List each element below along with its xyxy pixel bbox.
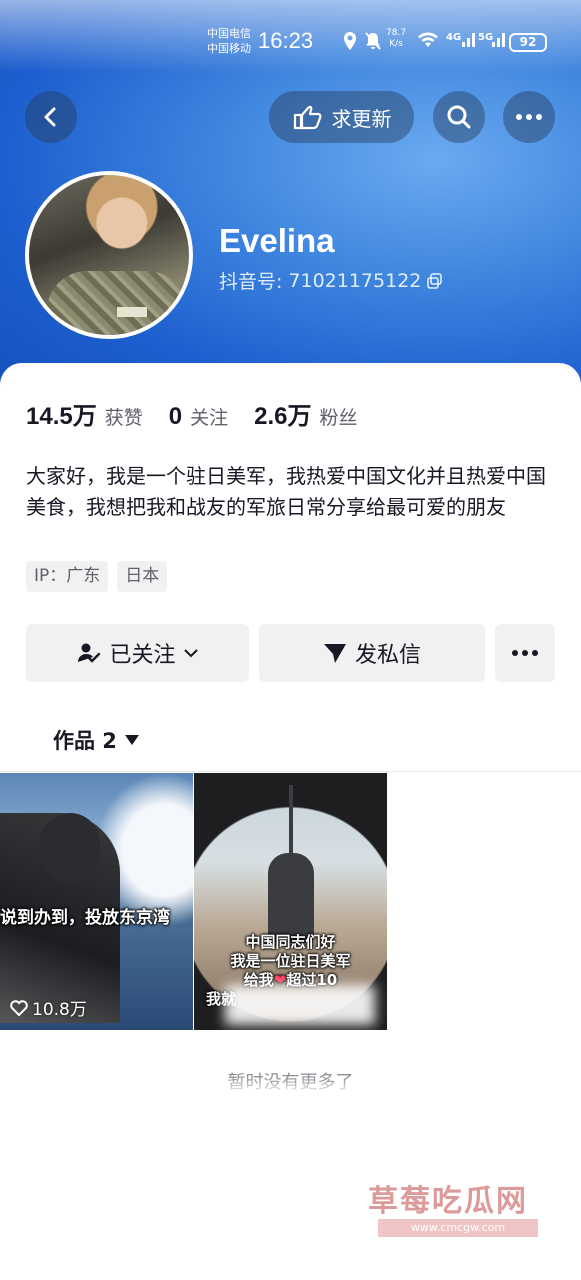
location-icon — [344, 32, 356, 50]
pointing-hand-icon — [293, 105, 321, 130]
carrier-info: 中国电信 中国移动 — [207, 26, 251, 56]
profile-stats: 14.5万 获赞 0 关注 2.6万 粉丝 — [26, 396, 384, 431]
heart-icon — [10, 999, 28, 1016]
tabs-divider — [0, 771, 581, 772]
user-check-icon — [78, 643, 101, 663]
signal-icon-1 — [462, 33, 475, 47]
likes-count[interactable]: 14.5万 — [26, 396, 97, 431]
network-5g: 5G — [478, 32, 494, 43]
following-label-text: 已关注 — [109, 643, 176, 668]
more-dots-icon — [512, 650, 538, 656]
video-caption: 说到办到，投放东京湾 — [0, 908, 170, 928]
carrier-2: 中国移动 — [207, 42, 251, 55]
request-update-button[interactable]: 求更新 — [269, 91, 414, 143]
send-plane-icon — [323, 644, 346, 663]
chevron-left-icon — [44, 107, 56, 127]
wifi-icon — [418, 32, 438, 47]
copy-icon[interactable] — [427, 272, 443, 289]
video-thumbnail-1[interactable]: 说到办到，投放东京湾 10.8万 — [0, 773, 193, 1030]
more-dots-icon — [516, 114, 542, 120]
ip-location-tag: IP：广东 — [26, 561, 109, 592]
following-count[interactable]: 0 — [169, 403, 182, 431]
profile-name: Evelina — [219, 222, 335, 259]
following-label: 关注 — [190, 407, 229, 429]
followers-count[interactable]: 2.6万 — [254, 396, 311, 431]
following-button[interactable]: 已关注 — [26, 624, 249, 682]
speed-value: 78.7 — [386, 28, 407, 38]
avatar-name-tape — [117, 307, 147, 317]
thumbnail-image-helmet — [40, 813, 100, 883]
avatar-uniform — [47, 271, 187, 335]
caret-down-icon — [124, 735, 139, 745]
send-message-button[interactable]: 发私信 — [259, 624, 485, 682]
caption-line-2: 我是一位驻日美军 — [230, 952, 351, 970]
video-likes-count: 10.8万 — [32, 1000, 87, 1020]
more-actions-button[interactable] — [495, 624, 555, 682]
country-tag: 日本 — [117, 561, 168, 592]
video-likes: 10.8万 — [10, 995, 87, 1020]
avatar[interactable] — [25, 171, 193, 339]
thumbnail-image-jet — [268, 853, 314, 943]
followers-label: 粉丝 — [319, 407, 358, 429]
douyin-id-value: 71021175122 — [288, 269, 422, 292]
carrier-1: 中国电信 — [207, 27, 251, 40]
battery-indicator: 92 — [509, 33, 547, 52]
douyin-id-label: 抖音号: — [219, 271, 283, 293]
status-bar: 中国电信 中国移动 16:23 78.7 K/s 4G 5G 92 — [0, 22, 581, 66]
send-message-label: 发私信 — [354, 643, 421, 668]
request-update-label: 求更新 — [331, 106, 392, 131]
speed-unit: K/s — [389, 39, 403, 49]
profile-bio: 大家好，我是一个驻日美军，我热爱中国文化并且热爱中国美食，我想把我和战友的军旅日… — [26, 464, 546, 519]
blur-redaction — [210, 1085, 380, 1165]
mute-bell-icon — [365, 32, 381, 50]
works-tab-label: 作品 2 — [53, 729, 117, 753]
status-time: 16:23 — [258, 28, 314, 53]
watermark-url: www.cmcgw.com — [378, 1219, 538, 1237]
profile-tags: IP：广东 日本 — [26, 561, 168, 592]
blur-redaction — [225, 985, 375, 1025]
douyin-id[interactable]: 抖音号: 71021175122 — [219, 267, 443, 294]
network-4g: 4G — [446, 32, 462, 43]
more-options-button[interactable] — [503, 91, 555, 143]
likes-label: 获赞 — [104, 407, 143, 429]
tab-works[interactable]: 作品 2 — [53, 725, 139, 755]
network-speed: 78.7 K/s — [386, 28, 406, 50]
search-icon — [447, 105, 471, 129]
caption-line-1: 中国同志们好 — [245, 933, 336, 951]
signal-icon-2 — [492, 33, 505, 47]
watermark-brand: 草莓吃瓜网 — [368, 1184, 528, 1219]
back-button[interactable] — [25, 91, 77, 143]
thumbnail-image-probe — [289, 785, 293, 855]
chevron-down-icon — [183, 649, 198, 658]
search-button[interactable] — [433, 91, 485, 143]
